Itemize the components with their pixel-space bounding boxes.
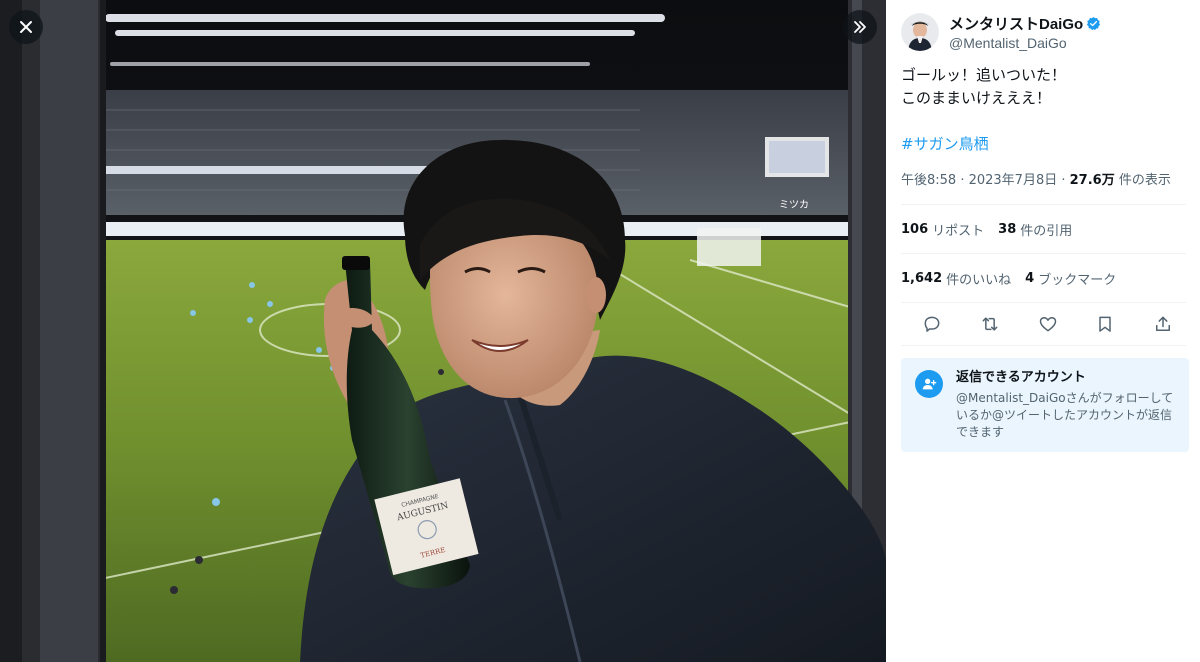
reposts-stat[interactable]: 106 リポスト (901, 220, 984, 239)
verified-icon (1087, 16, 1101, 31)
author-display-name[interactable]: メンタリストDaiGo (949, 13, 1083, 34)
media-pane: ミツカ CHAMPAGNE AUGUSTIN TERRE (0, 0, 886, 662)
divider (901, 345, 1186, 346)
reply-notice-title: 返信できるアカウント (956, 370, 1086, 385)
reply-notice-description: @Mentalist_DaiGoさんがフォローしているか@ツイートしたアカウント… (956, 391, 1174, 439)
author-handle[interactable]: @Mentalist_DaiGo (949, 35, 1101, 51)
share-button[interactable] (1152, 313, 1174, 335)
like-button[interactable] (1037, 313, 1059, 335)
tweet-text: ゴールッ！追いついた！ このままいけえええ！ #サガン鳥栖 (901, 64, 1186, 156)
close-button[interactable] (9, 10, 43, 44)
quotes-stat[interactable]: 38 件の引用 (998, 220, 1072, 239)
likes-count: 1,642 (901, 270, 943, 286)
stats-row-reposts: 106 リポスト 38 件の引用 (901, 205, 1186, 253)
reposts-count: 106 (901, 221, 929, 237)
tweet-timestamp[interactable]: 午後8:58 · 2023年7月8日 · (901, 173, 1070, 188)
view-count: 27.6万 (1069, 173, 1115, 188)
bookmark-button[interactable] (1094, 313, 1116, 335)
share-icon (1156, 316, 1170, 331)
likes-label: 件のいいね (946, 272, 1012, 288)
reposts-label: リポスト (932, 223, 985, 239)
hashtag-link[interactable]: #サガン鳥栖 (901, 133, 1186, 156)
bookmarks-stat[interactable]: 4 ブックマーク (1025, 269, 1116, 288)
reply-restriction-notice: 返信できるアカウント @Mentalist_DaiGoさんがフォローしているか@… (901, 358, 1189, 452)
person-add-icon (915, 370, 943, 398)
bookmark-icon (1099, 316, 1111, 332)
stadium-board-text: ミツカ (779, 199, 809, 211)
avatar[interactable] (901, 13, 939, 51)
reply-button[interactable] (921, 313, 943, 335)
tweet-author: メンタリストDaiGo @Mentalist_DaiGo (901, 0, 1186, 54)
reply-icon (924, 316, 940, 332)
expand-panel-button[interactable] (843, 10, 877, 44)
action-bar (901, 303, 1186, 345)
close-icon (16, 17, 36, 37)
stats-row-likes: 1,642 件のいいね 4 ブックマーク (901, 254, 1186, 302)
quotes-label: 件の引用 (1020, 223, 1073, 239)
view-count-label: 件の表示 (1114, 173, 1171, 188)
tweet-text-line: このままいけえええ！ (901, 89, 1052, 107)
tweet-photo[interactable]: ミツカ CHAMPAGNE AUGUSTIN TERRE (0, 0, 886, 662)
likes-stat[interactable]: 1,642 件のいいね (901, 269, 1011, 288)
repost-icon (982, 317, 998, 331)
tweet-panel: メンタリストDaiGo @Mentalist_DaiGo ゴールッ！追いついた！… (886, 0, 1200, 662)
bookmarks-count: 4 (1025, 270, 1035, 286)
repost-button[interactable] (979, 313, 1001, 335)
bookmarks-label: ブックマーク (1038, 272, 1117, 288)
quotes-count: 38 (998, 221, 1017, 237)
media-viewer: ミツカ CHAMPAGNE AUGUSTIN TERRE メンタリストDaiGo… (0, 0, 1200, 662)
expand-icon (850, 17, 870, 37)
tweet-meta: 午後8:58 · 2023年7月8日 · 27.6万 件の表示 (901, 172, 1186, 190)
tweet-text-line: ゴールッ！追いついた！ (901, 66, 1067, 84)
like-icon (1039, 317, 1056, 332)
